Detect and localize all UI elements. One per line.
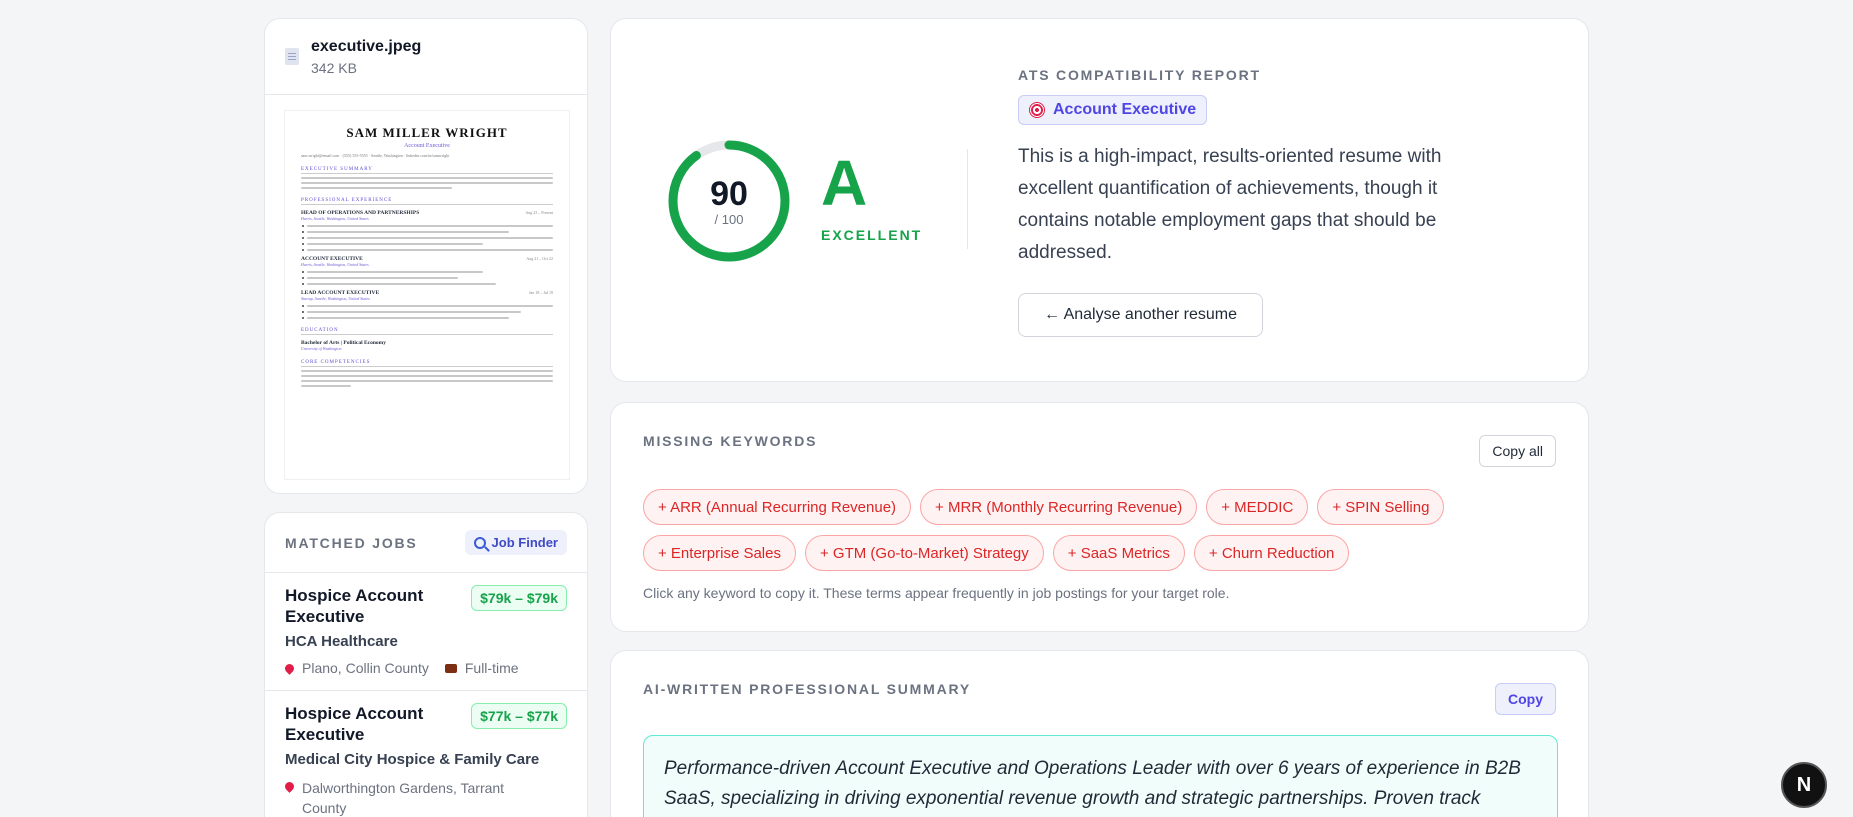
keyword-chip[interactable]: + Churn Reduction: [1193, 535, 1350, 571]
job-finder-button[interactable]: Job Finder: [464, 530, 567, 555]
preview-section-summary: EXECUTIVE SUMMARY: [301, 167, 553, 174]
target-icon: [1029, 102, 1045, 118]
report-summary: This is a high-impact, results-oriented …: [1018, 146, 1442, 263]
missing-keywords-card: MISSING KEYWORDS Copy all + ARR (Annual …: [610, 402, 1589, 632]
location-pin-icon: [283, 780, 296, 793]
preview-section-experience: PROFESSIONAL EXPERIENCE: [301, 198, 553, 205]
keyword-chip[interactable]: + MRR (Monthly Recurring Revenue): [920, 489, 1198, 525]
keywords-note: Click any keyword to copy it. These term…: [643, 585, 1230, 601]
keyword-chip[interactable]: + GTM (Go-to-Market) Strategy: [804, 535, 1044, 571]
file-name: executive.jpeg: [311, 37, 422, 55]
analyse-another-button[interactable]: ← Analyse another resume: [1018, 293, 1263, 337]
next-dev-badge[interactable]: N: [1781, 762, 1827, 808]
job-item[interactable]: Hospice Account Executive $77k – $77k Me…: [265, 691, 587, 817]
keyword-chip[interactable]: + SPIN Selling: [1317, 489, 1445, 525]
job-title: Hospice Account Executive: [285, 704, 424, 744]
target-role-badge: Account Executive: [1018, 95, 1208, 125]
report-title: ATS COMPATIBILITY REPORT: [1018, 67, 1261, 83]
job-item[interactable]: Hospice Account Executive $79k – $79k HC…: [265, 573, 587, 691]
file-header: executive.jpeg 342 KB: [265, 19, 587, 95]
keyword-chip[interactable]: + ARR (Annual Recurring Revenue): [643, 489, 912, 525]
score-ring: 90 / 100: [667, 139, 791, 263]
divider: [967, 149, 968, 249]
preview-school: University of Washington: [301, 346, 342, 351]
file-icon: [285, 48, 299, 65]
score-max: / 100: [714, 211, 744, 227]
job-type: Full-time: [464, 660, 519, 676]
copy-all-button[interactable]: Copy all: [1479, 435, 1556, 467]
copy-summary-button[interactable]: Copy: [1495, 683, 1556, 715]
keyword-chip[interactable]: + MEDDIC: [1206, 489, 1309, 525]
grade-label: EXCELLENT: [821, 227, 923, 243]
location-pin-icon: [283, 661, 296, 675]
target-role-label: Account Executive: [1053, 101, 1197, 118]
job-company: HCA Healthcare: [285, 633, 398, 650]
grade-letter: A: [821, 147, 868, 219]
search-icon: [473, 536, 486, 549]
job-company: Medical City Hospice & Family Care: [285, 751, 540, 768]
preview-title: Account Executive: [404, 143, 450, 149]
matched-jobs-header: MATCHED JOBS Job Finder: [265, 513, 587, 573]
file-size: 342 KB: [311, 59, 357, 76]
keyword-chip[interactable]: + Enterprise Sales: [643, 535, 796, 571]
matched-jobs-title: MATCHED JOBS: [285, 534, 418, 551]
preview-role-location: Harris, Seattle, Washington, United Stat…: [301, 216, 369, 221]
keyword-chip[interactable]: + SaaS Metrics: [1052, 535, 1185, 571]
keyword-chips: + ARR (Annual Recurring Revenue) + MRR (…: [643, 489, 1543, 571]
job-location: Dalworthington Gardens, Tarrant County: [302, 780, 505, 816]
job-location: Plano, Collin County: [302, 660, 429, 676]
preview-role-location: Harris, Seattle, Washington, United Stat…: [301, 262, 369, 267]
preview-name: SAM MILLER WRIGHT: [346, 125, 508, 140]
score-value: 90: [710, 174, 748, 213]
job-finder-label: Job Finder: [491, 535, 558, 550]
briefcase-icon: [444, 663, 457, 673]
file-preview-card: executive.jpeg 342 KB SAM MILLER WRIGHT …: [264, 18, 588, 494]
salary-badge: $77k – $77k: [471, 703, 567, 729]
ai-summary-card: AI-WRITTEN PROFESSIONAL SUMMARY Copy Per…: [610, 650, 1589, 817]
preview-role-location: Startup, Seattle, Washington, United Sta…: [301, 296, 370, 301]
preview-contact: sam.wright@email.com · (555) 555-5555 · …: [301, 153, 450, 158]
ai-summary-title: AI-WRITTEN PROFESSIONAL SUMMARY: [643, 681, 972, 697]
preview-section-competencies: CORE COMPETENCIES: [301, 360, 553, 367]
resume-preview-image: SAM MILLER WRIGHT Account Executive sam.…: [285, 111, 569, 479]
preview-section-education: EDUCATION: [301, 328, 553, 335]
job-title: Hospice Account Executive: [285, 586, 424, 626]
ai-summary-text: Performance-driven Account Executive and…: [643, 735, 1558, 817]
salary-badge: $79k – $79k: [471, 585, 567, 611]
missing-keywords-title: MISSING KEYWORDS: [643, 433, 818, 449]
matched-jobs-card: MATCHED JOBS Job Finder Hospice Account …: [264, 512, 588, 817]
ats-report-card: 90 / 100 A EXCELLENT ATS COMPATIBILITY R…: [610, 18, 1589, 382]
